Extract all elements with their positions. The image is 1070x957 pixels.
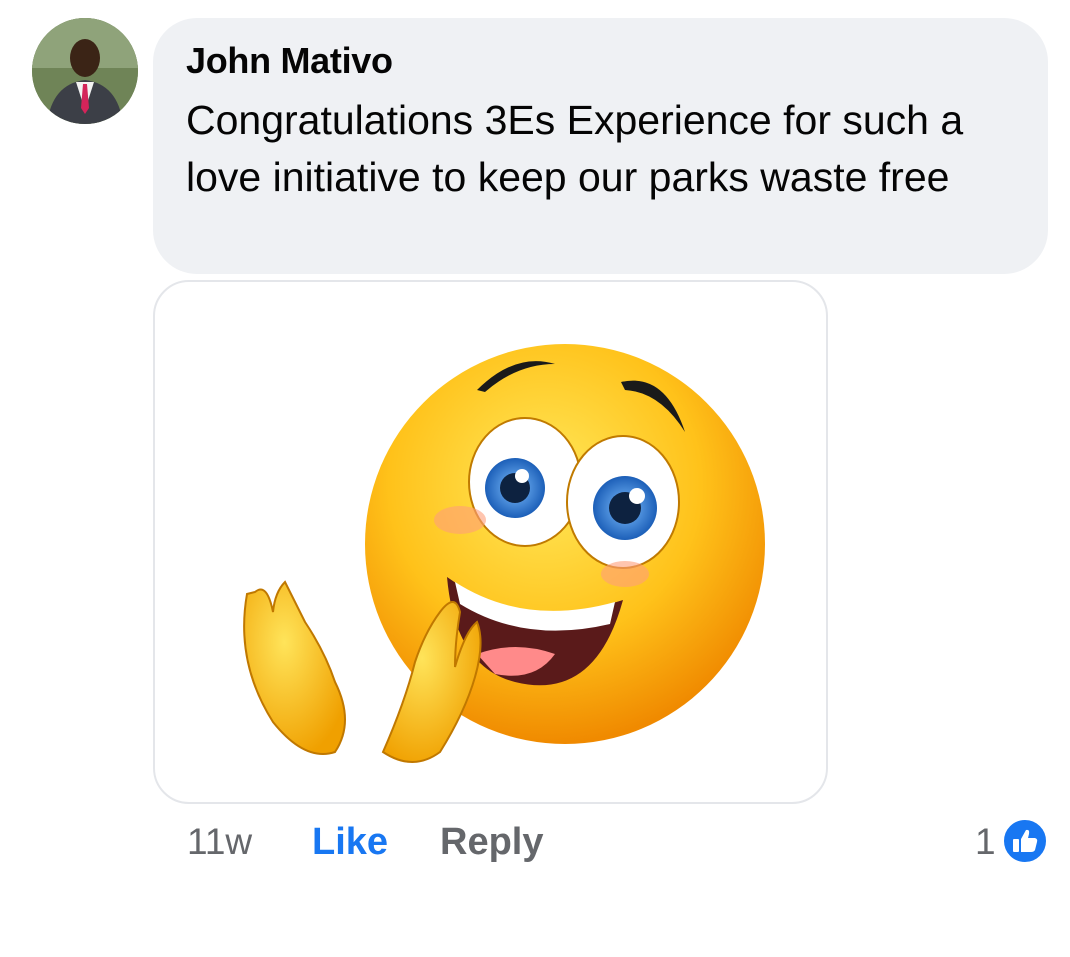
clapping-smiley-emoji-icon	[243, 344, 765, 763]
comment-author[interactable]: John Mativo	[186, 40, 393, 82]
thumbs-up-icon[interactable]	[1002, 818, 1048, 864]
comment-text: Congratulations 3Es Experience for such …	[186, 97, 964, 200]
avatar-photo	[32, 18, 138, 124]
comment-bubble: John Mativo Congratulations 3Es Experien…	[153, 18, 1048, 274]
reply-button[interactable]: Reply	[440, 821, 543, 864]
reaction-count[interactable]: 1	[975, 821, 996, 863]
sticker-attachment[interactable]	[153, 280, 828, 804]
like-button[interactable]: Like	[312, 821, 388, 864]
comment-timestamp[interactable]: 11w	[187, 821, 252, 863]
comment-actions: 11w Like Reply 1	[0, 818, 1070, 868]
avatar[interactable]	[32, 18, 138, 124]
